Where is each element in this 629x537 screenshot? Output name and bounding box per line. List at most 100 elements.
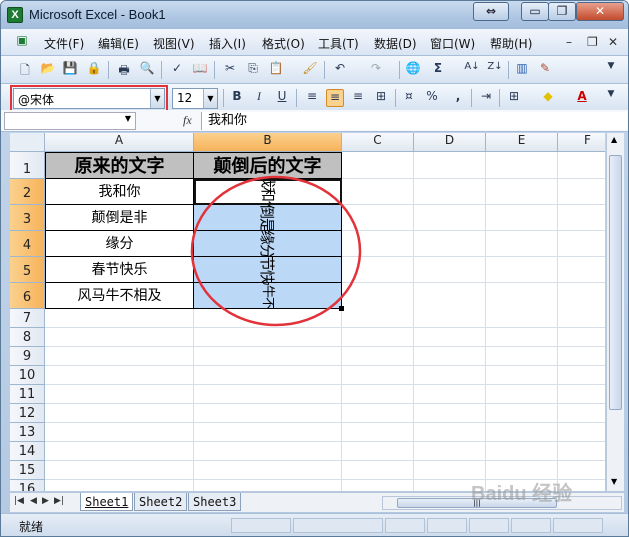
sort-descending-icon[interactable]: Z↓ [486, 61, 504, 79]
currency-icon[interactable]: ¤ [400, 89, 418, 107]
drawing-icon[interactable]: ✎ [536, 61, 554, 79]
underline-button[interactable]: U [273, 89, 291, 107]
cell-b6[interactable]: 风马牛不相及 [194, 283, 342, 309]
row-header[interactable]: 15 [10, 461, 45, 480]
tab-sheet3[interactable]: Sheet3 [188, 493, 242, 511]
spelling-icon[interactable]: ✓ [168, 61, 186, 79]
percent-button[interactable]: % [423, 89, 441, 107]
excel-app-icon[interactable]: X [7, 7, 23, 23]
chevron-down-icon[interactable]: ▼ [125, 114, 131, 123]
cell-b1[interactable]: 颠倒后的文字 [194, 152, 342, 179]
align-right-icon[interactable]: ≡ [349, 89, 367, 107]
paste-icon[interactable]: 📋 [267, 61, 285, 79]
align-center-icon[interactable]: ≡ [326, 89, 344, 107]
fill-handle[interactable] [339, 306, 344, 311]
cell-a6[interactable]: 风马牛不相及 [45, 283, 194, 309]
row-header[interactable]: 16 [10, 480, 45, 491]
doc-close-button[interactable]: ✕ [608, 35, 618, 49]
fill-color-icon[interactable]: ◆ [539, 89, 557, 107]
doc-restore-button[interactable]: ❐ [587, 35, 598, 49]
cell-a5[interactable]: 春节快乐 [45, 257, 194, 283]
menu-window[interactable]: 窗口(W) [430, 35, 475, 52]
scroll-down-icon[interactable]: ▼ [611, 477, 617, 486]
row-header[interactable]: 8 [10, 328, 45, 347]
scroll-up-icon[interactable]: ▲ [611, 135, 617, 144]
menu-edit[interactable]: 编辑(E) [98, 35, 139, 52]
menu-insert[interactable]: 插入(I) [209, 35, 246, 52]
comma-button[interactable]: , [449, 89, 467, 107]
column-header-f[interactable]: F [558, 133, 605, 152]
last-sheet-icon[interactable]: ▶| [54, 496, 64, 506]
close-button[interactable]: ✕ [576, 2, 624, 21]
cut-icon[interactable]: ✂ [221, 61, 239, 79]
function-icon[interactable]: fx [183, 113, 192, 128]
indent-icon[interactable]: ⇥ [477, 89, 495, 107]
column-header-c[interactable]: C [342, 133, 414, 152]
cell-b4[interactable]: 缘分 [194, 231, 342, 257]
chevron-down-icon[interactable]: ▼ [203, 89, 217, 108]
row-header[interactable]: 10 [10, 366, 45, 385]
cell-a4[interactable]: 缘分 [45, 231, 194, 257]
row-header[interactable]: 1 [10, 152, 45, 179]
column-header-a[interactable]: A [45, 133, 194, 152]
format-painter-icon[interactable]: 🖌 [301, 61, 319, 79]
align-left-icon[interactable]: ≡ [303, 89, 321, 107]
merge-center-icon[interactable]: ⊞ [372, 89, 390, 107]
print-icon[interactable]: 🖶 [115, 61, 133, 79]
menu-help[interactable]: 帮助(H) [490, 35, 532, 52]
italic-button[interactable]: I [250, 89, 268, 107]
row-header[interactable]: 5 [10, 257, 45, 283]
switch-window-button[interactable]: ⇔ [473, 2, 509, 21]
name-box[interactable]: ▼ [4, 112, 136, 130]
column-header-d[interactable]: D [414, 133, 486, 152]
menu-view[interactable]: 视图(V) [153, 35, 195, 52]
row-header[interactable]: 7 [10, 309, 45, 328]
cell-b2[interactable]: 我和你 [194, 179, 342, 205]
row-header[interactable]: 11 [10, 385, 45, 404]
cell-a3[interactable]: 颠倒是非 [45, 205, 194, 231]
toolbar-options-icon[interactable]: ▼ [602, 89, 620, 107]
font-color-icon[interactable]: A [573, 89, 591, 107]
sort-ascending-icon[interactable]: A↓ [463, 61, 481, 79]
new-icon[interactable]: 🗋 [16, 61, 34, 79]
restore-button[interactable]: ❐ [548, 2, 576, 21]
permission-icon[interactable]: 🔒 [85, 61, 103, 79]
row-header[interactable]: 4 [10, 231, 45, 257]
cell-a1[interactable]: 原来的文字 [45, 152, 194, 179]
row-header[interactable]: 2 [10, 179, 45, 205]
workbook-icon[interactable]: ▣ [13, 33, 31, 51]
toolbar-options-icon[interactable]: ▼ [602, 61, 620, 79]
bold-button[interactable]: B [228, 89, 246, 107]
doc-minimize-button[interactable]: – [566, 35, 572, 49]
menu-tools[interactable]: 工具(T) [318, 35, 359, 52]
borders-icon[interactable]: ⊞ [505, 89, 523, 107]
cell-a2[interactable]: 我和你 [45, 179, 194, 205]
first-sheet-icon[interactable]: |◀ [14, 496, 24, 506]
menu-data[interactable]: 数据(D) [374, 35, 417, 52]
row-header[interactable]: 9 [10, 347, 45, 366]
copy-icon[interactable]: ⎘ [244, 61, 262, 79]
row-header[interactable]: 6 [10, 283, 45, 309]
cell-b5[interactable]: 春节快乐 [194, 257, 342, 283]
open-icon[interactable]: 📂 [39, 61, 57, 79]
column-header-e[interactable]: E [486, 133, 558, 152]
print-preview-icon[interactable]: 🔍 [138, 61, 156, 79]
hyperlink-icon[interactable]: 🌐 [404, 61, 422, 79]
redo-icon[interactable]: ↷ [367, 61, 385, 79]
undo-icon[interactable]: ↶ [331, 61, 349, 79]
tab-sheet2[interactable]: Sheet2 [134, 493, 188, 511]
next-sheet-icon[interactable]: ▶ [42, 496, 49, 506]
column-header-b[interactable]: B [194, 133, 342, 152]
chart-wizard-icon[interactable]: ▥ [513, 61, 531, 79]
prev-sheet-icon[interactable]: ◀ [30, 496, 37, 506]
tab-sheet1[interactable]: Sheet1 [80, 493, 134, 511]
scroll-thumb[interactable] [609, 155, 622, 410]
menu-format[interactable]: 格式(O) [262, 35, 305, 52]
autosum-icon[interactable]: Σ [429, 61, 447, 79]
menu-file[interactable]: 文件(F) [44, 35, 84, 52]
select-all-button[interactable] [10, 133, 45, 152]
formula-input[interactable]: 我和你 [201, 112, 627, 130]
row-header[interactable]: 13 [10, 423, 45, 442]
row-header[interactable]: 14 [10, 442, 45, 461]
cell-b3[interactable]: 颠倒是非 [194, 205, 342, 231]
